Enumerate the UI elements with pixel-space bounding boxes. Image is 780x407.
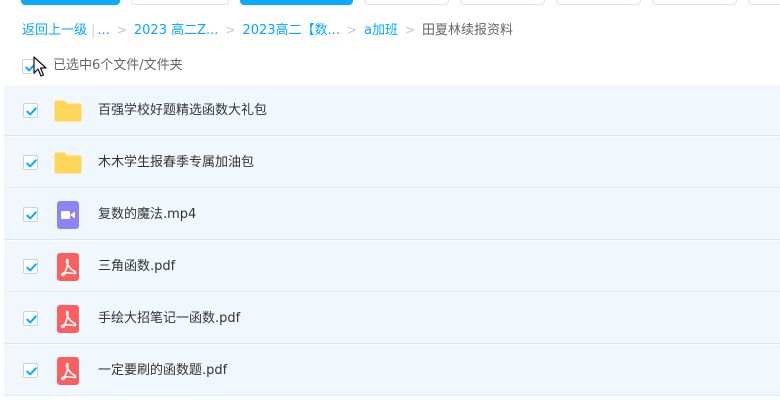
- file-name[interactable]: 三角函数.pdf: [98, 257, 175, 277]
- breadcrumb-item-1[interactable]: 2023 高二Z...: [134, 23, 219, 38]
- file-row[interactable]: 一定要刷的函数题.pdf: [4, 345, 780, 396]
- breadcrumb: 返回上一级 |... >2023 高二Z... >2023高二【数... > a加班 > 田夏…: [22, 20, 513, 40]
- toolbar-button-5[interactable]: [460, 0, 545, 5]
- toolbar-button-1[interactable]: [21, 0, 120, 5]
- toolbar-button-3[interactable]: [240, 0, 353, 5]
- file-name[interactable]: 木木学生报春季专属加油包: [98, 153, 254, 173]
- selection-count-label: 已选中6个文件/文件夹: [53, 58, 183, 73]
- file-name[interactable]: 百强学校好题精选函数大礼包: [98, 101, 267, 121]
- toolbar-strip: [0, 0, 780, 8]
- file-name[interactable]: 一定要刷的函数题.pdf: [98, 361, 227, 381]
- breadcrumb-item-3[interactable]: a加班: [364, 23, 398, 38]
- mouse-cursor-icon: [33, 56, 47, 77]
- breadcrumb-separator-icon: >: [346, 23, 358, 37]
- file-row[interactable]: 木木学生报春季专属加油包: [4, 137, 780, 188]
- toolbar-button-4[interactable]: [364, 0, 449, 5]
- file-row[interactable]: 复数的魔法.mp4: [4, 189, 780, 240]
- toolbar-button-7[interactable]: [652, 0, 737, 5]
- breadcrumb-divider: |: [91, 23, 96, 38]
- breadcrumb-back-link[interactable]: 返回上一级: [22, 23, 87, 38]
- file-row-checkbox[interactable]: [23, 259, 38, 274]
- pdf-file-icon: [53, 356, 83, 386]
- toolbar-button-8[interactable]: [748, 0, 780, 5]
- file-list: 百强学校好题精选函数大礼包 木木学生报春季专属加油包 复数的魔法.mp4 三角函数.p…: [4, 85, 780, 397]
- file-row-checkbox[interactable]: [23, 207, 38, 222]
- toolbar-button-2[interactable]: [131, 0, 229, 5]
- video-file-icon: [53, 200, 83, 230]
- toolbar-button-6[interactable]: [556, 0, 641, 5]
- breadcrumb-separator-icon: >: [404, 23, 416, 37]
- folder-icon: [53, 148, 83, 178]
- file-row-checkbox[interactable]: [23, 103, 38, 118]
- file-row[interactable]: 百强学校好题精选函数大礼包: [4, 85, 780, 136]
- breadcrumb-separator-icon: >: [116, 23, 127, 37]
- breadcrumb-current: 田夏林续报资料: [422, 23, 514, 38]
- folder-icon: [53, 96, 83, 126]
- breadcrumb-ellipsis[interactable]: ...: [97, 23, 109, 38]
- file-row[interactable]: 三角函数.pdf: [4, 241, 780, 292]
- file-row-checkbox[interactable]: [23, 311, 38, 326]
- file-row-checkbox[interactable]: [23, 363, 38, 378]
- file-name[interactable]: 复数的魔法.mp4: [98, 205, 196, 225]
- file-row[interactable]: 手绘大招笔记一函数.pdf: [4, 293, 780, 344]
- pdf-file-icon: [53, 252, 83, 282]
- file-name[interactable]: 手绘大招笔记一函数.pdf: [98, 309, 240, 329]
- breadcrumb-separator-icon: >: [225, 23, 236, 37]
- pdf-file-icon: [53, 304, 83, 334]
- file-row-checkbox[interactable]: [23, 155, 38, 170]
- breadcrumb-item-2[interactable]: 2023高二【数...: [242, 23, 339, 38]
